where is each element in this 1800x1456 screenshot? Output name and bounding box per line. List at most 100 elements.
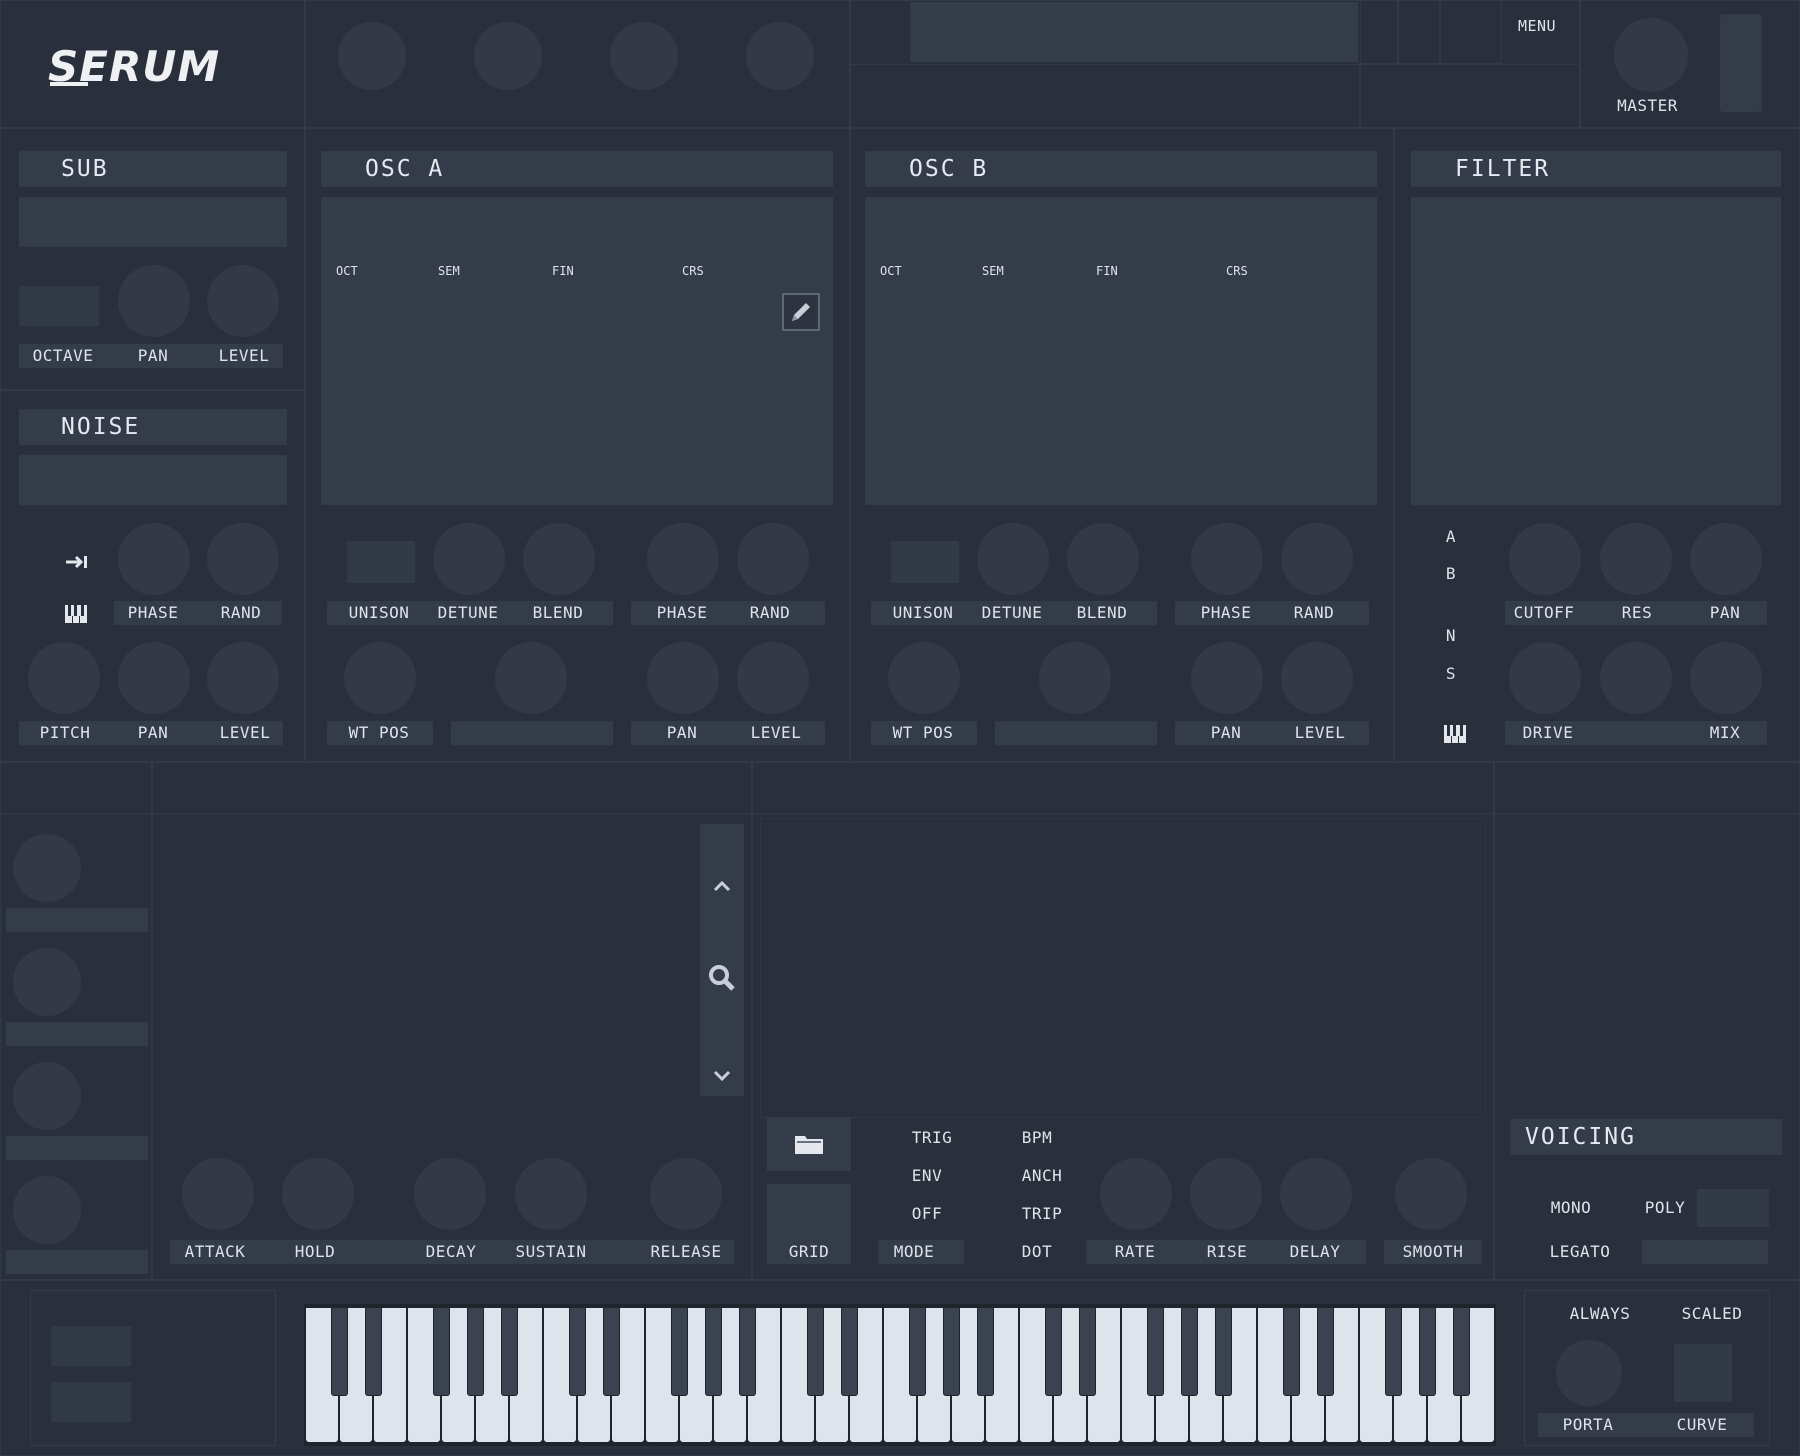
pencil-icon[interactable] <box>782 293 820 331</box>
osc-b-pan-knob[interactable] <box>1191 642 1263 714</box>
noise-pan-knob[interactable] <box>118 642 190 714</box>
voicing-mono-button[interactable]: MONO <box>1540 1198 1602 1218</box>
black-key[interactable] <box>603 1308 620 1396</box>
voicing-legato-value[interactable] <box>1642 1240 1768 1264</box>
lfo-dot-option[interactable]: DOT <box>1000 1242 1074 1262</box>
sub-pan-knob[interactable] <box>118 265 190 337</box>
porta-always-button[interactable]: ALWAYS <box>1562 1304 1638 1324</box>
osc-b-phase-knob[interactable] <box>1191 523 1263 595</box>
black-key[interactable] <box>1079 1308 1096 1396</box>
folder-icon[interactable] <box>793 1132 825 1156</box>
macro-knob-1[interactable] <box>338 22 406 90</box>
black-key[interactable] <box>1283 1308 1300 1396</box>
black-key[interactable] <box>331 1308 348 1396</box>
voicing-legato-button[interactable]: LEGATO <box>1544 1242 1616 1262</box>
osc-b-wtpos-knob[interactable] <box>888 642 960 714</box>
osc-a-wtpos-knob[interactable] <box>344 642 416 714</box>
macro-mod-label-1[interactable] <box>6 908 148 932</box>
noise-pitch-knob[interactable] <box>28 642 100 714</box>
arrow-to-bar-icon[interactable] <box>64 550 90 574</box>
lfo-env-option[interactable]: ENV <box>890 1166 964 1186</box>
noise-phase-knob[interactable] <box>118 523 190 595</box>
lfo-trig-option[interactable]: TRIG <box>895 1128 969 1148</box>
sub-title-bar[interactable] <box>19 151 287 187</box>
filter-res-knob[interactable] <box>1600 523 1672 595</box>
black-key[interactable] <box>1147 1308 1164 1396</box>
noise-level-knob[interactable] <box>207 642 279 714</box>
macro-mod-label-3[interactable] <box>6 1136 148 1160</box>
black-key[interactable] <box>943 1308 960 1396</box>
black-key[interactable] <box>739 1308 756 1396</box>
lfo-bpm-option[interactable]: BPM <box>1000 1128 1074 1148</box>
chevron-up-icon[interactable] <box>711 878 733 894</box>
osc-b-warp-knob[interactable] <box>1039 642 1111 714</box>
black-key[interactable] <box>1215 1308 1232 1396</box>
osc-b-unison-box[interactable] <box>891 541 959 583</box>
filter-cutoff-knob[interactable] <box>1509 523 1581 595</box>
mod-wheel[interactable] <box>51 1382 131 1422</box>
osc-a-detune-knob[interactable] <box>433 523 505 595</box>
filter-route-b[interactable]: B <box>1440 564 1462 584</box>
lfo-delay-knob[interactable] <box>1280 1158 1352 1230</box>
lfo-off-option[interactable]: OFF <box>890 1204 964 1224</box>
filter-response-display[interactable] <box>1411 197 1781 505</box>
env-attack-knob[interactable] <box>182 1158 254 1230</box>
osc-a-crs-label[interactable]: CRS <box>682 264 704 278</box>
osc-b-fin-label[interactable]: FIN <box>1096 264 1118 278</box>
osc-b-crs-label[interactable]: CRS <box>1226 264 1248 278</box>
osc-b-warp-mode-selector[interactable] <box>995 721 1157 745</box>
noise-rand-knob[interactable] <box>207 523 279 595</box>
sub-octave-box[interactable] <box>19 286 99 326</box>
filter-fat-knob[interactable] <box>1600 642 1672 714</box>
black-key[interactable] <box>671 1308 688 1396</box>
black-key[interactable] <box>1453 1308 1470 1396</box>
noise-title-bar[interactable] <box>19 409 287 445</box>
menu-button[interactable]: MENU <box>1502 16 1572 36</box>
filter-mix-knob[interactable] <box>1690 642 1762 714</box>
env-hold-knob[interactable] <box>282 1158 354 1230</box>
macro-mod-knob-4[interactable] <box>13 1176 81 1244</box>
osc-a-phase-knob[interactable] <box>647 523 719 595</box>
osc-a-warp-knob[interactable] <box>495 642 567 714</box>
lfo-graph-display[interactable] <box>760 818 1486 1118</box>
env-decay-knob[interactable] <box>414 1158 486 1230</box>
macro-mod-label-2[interactable] <box>6 1022 148 1046</box>
macro-mod-label-4[interactable] <box>6 1250 148 1274</box>
macro-knob-2[interactable] <box>474 22 542 90</box>
master-volume-knob[interactable] <box>1614 18 1688 92</box>
preset-prev-button[interactable] <box>1360 0 1398 64</box>
filter-drive-knob[interactable] <box>1509 642 1581 714</box>
macro-knob-3[interactable] <box>610 22 678 90</box>
black-key[interactable] <box>841 1308 858 1396</box>
osc-b-level-knob[interactable] <box>1281 642 1353 714</box>
black-key[interactable] <box>501 1308 518 1396</box>
lfo-rate-knob[interactable] <box>1100 1158 1172 1230</box>
black-key[interactable] <box>1045 1308 1062 1396</box>
black-key[interactable] <box>569 1308 586 1396</box>
lfo-smooth-knob[interactable] <box>1395 1158 1467 1230</box>
osc-b-wavetable-display[interactable] <box>865 197 1377 505</box>
sub-waveform-selector[interactable] <box>19 197 287 247</box>
filter-route-n[interactable]: N <box>1440 626 1462 646</box>
porta-curve-box[interactable] <box>1674 1344 1732 1402</box>
porta-scaled-button[interactable]: SCALED <box>1674 1304 1750 1324</box>
macro-mod-knob-2[interactable] <box>13 948 81 1016</box>
osc-a-oct-label[interactable]: OCT <box>336 264 358 278</box>
black-key[interactable] <box>365 1308 382 1396</box>
preset-save-button[interactable] <box>1440 0 1502 64</box>
osc-a-wavetable-display[interactable] <box>321 197 833 505</box>
osc-b-blend-knob[interactable] <box>1067 523 1139 595</box>
macro-mod-knob-1[interactable] <box>13 834 81 902</box>
osc-a-warp-mode-selector[interactable] <box>451 721 613 745</box>
osc-b-oct-label[interactable]: OCT <box>880 264 902 278</box>
osc-a-rand-knob[interactable] <box>737 523 809 595</box>
black-key[interactable] <box>1385 1308 1402 1396</box>
lfo-rise-knob[interactable] <box>1190 1158 1262 1230</box>
pitch-wheel[interactable] <box>51 1326 131 1366</box>
filter-route-a[interactable]: A <box>1440 527 1462 547</box>
black-key[interactable] <box>433 1308 450 1396</box>
preset-name-display[interactable] <box>910 2 1358 62</box>
osc-a-fin-label[interactable]: FIN <box>552 264 574 278</box>
sub-level-knob[interactable] <box>207 265 279 337</box>
porta-time-knob[interactable] <box>1556 1340 1622 1406</box>
